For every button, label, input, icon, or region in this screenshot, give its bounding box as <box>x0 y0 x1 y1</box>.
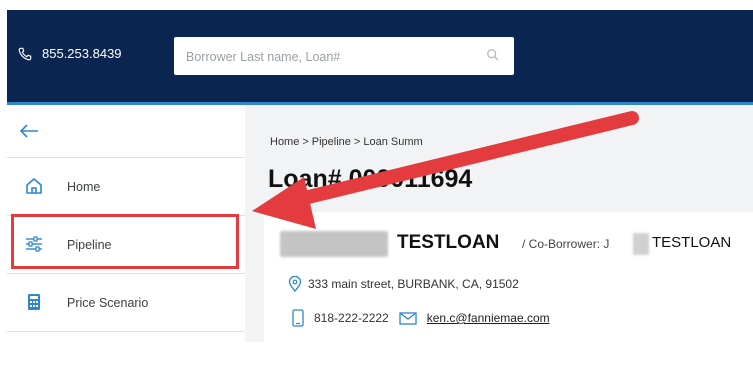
sidebar-item-price-scenario[interactable]: Price Scenario <box>7 273 245 332</box>
phone-icon <box>18 47 32 60</box>
coborrower-last-name: TESTLOAN <box>652 234 732 251</box>
mobile-phone-icon <box>292 309 304 327</box>
page-title: Loan# 000011694 <box>268 165 473 193</box>
coborrower-label: / Co-Borrower: J <box>522 237 610 251</box>
email-icon <box>399 311 417 325</box>
search-input[interactable] <box>184 45 478 69</box>
breadcrumb: Home > Pipeline > Loan Summ <box>270 136 423 148</box>
breadcrumb-loan-summary: Loan Summ <box>363 136 423 148</box>
address-row: 333 main street, BURBANK, CA, 91502 <box>288 276 519 292</box>
back-arrow-icon[interactable] <box>18 123 40 139</box>
contact-row: 818-222-2222 ken.c@fanniemae.com <box>292 309 550 327</box>
redacted-coborrower-name <box>633 233 649 255</box>
location-pin-icon <box>288 276 302 292</box>
borrower-last-name: TESTLOAN <box>397 232 500 253</box>
email-link[interactable]: ken.c@fanniemae.com <box>427 311 550 325</box>
annotation-highlight-box <box>11 214 239 269</box>
search-box[interactable] <box>174 37 514 75</box>
breadcrumb-pipeline[interactable]: Pipeline <box>312 136 351 148</box>
sidebar-item-home[interactable]: Home <box>7 157 245 216</box>
breadcrumb-home[interactable]: Home <box>270 136 299 148</box>
redacted-borrower-first-name <box>280 231 388 257</box>
sidebar-divider <box>7 331 245 390</box>
header-phone-number: 855.253.8439 <box>42 46 122 61</box>
header-phone[interactable]: 855.253.8439 <box>18 46 122 61</box>
sidebar-item-label: Price Scenario <box>67 296 149 310</box>
coborrower-initial: J <box>603 237 610 251</box>
search-icon[interactable] <box>486 48 500 62</box>
sidebar-item-label: Home <box>67 180 101 194</box>
calculator-icon <box>28 294 40 310</box>
address-text: 333 main street, BURBANK, CA, 91502 <box>308 277 519 291</box>
phone-number: 818-222-2222 <box>314 311 389 325</box>
home-icon <box>26 178 42 194</box>
